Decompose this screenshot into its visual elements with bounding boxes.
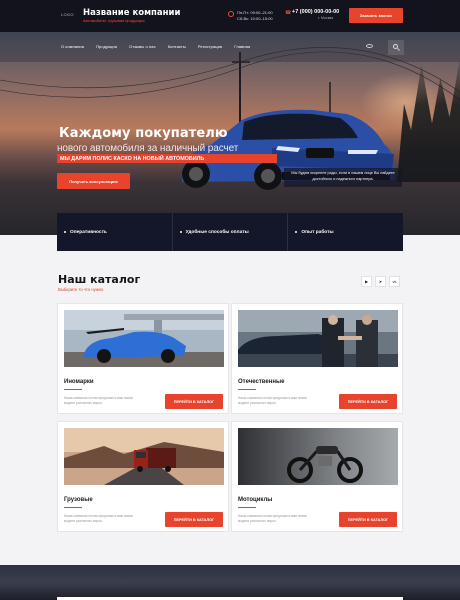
catalog-card-domestic[interactable]: Отечественные Наша компания готова предл… xyxy=(231,303,403,414)
bullet-icon xyxy=(179,231,182,233)
open-catalog-button[interactable]: ПЕРЕЙТИ В КАТАЛОГ xyxy=(165,394,223,409)
social-links: ▶ ➤ vk xyxy=(361,276,400,287)
nav-item-contacts[interactable]: Контакты xyxy=(168,44,186,49)
logo[interactable]: LOGO xyxy=(61,12,74,17)
hours-weekend: Сб-Вс: 10:00–15:00 xyxy=(237,16,273,21)
open-catalog-button[interactable]: ПЕРЕЙТИ В КАТАЛОГ xyxy=(165,512,223,527)
card-description: Наша компания готова предложить вам новы… xyxy=(238,396,308,405)
main-nav: О компании Продукция Отзывы о нас Контак… xyxy=(61,44,262,49)
company-tagline: Автомобили, грузовая продукция xyxy=(83,18,145,23)
feature-item: Удобные способы оплаты xyxy=(173,213,289,251)
features-band: Оперативность Удобные способы оплаты Опы… xyxy=(57,213,403,251)
card-description: Наша компания готова предложить вам новы… xyxy=(238,514,308,523)
hero-subtitle: нового автомобиля за наличный расчет xyxy=(57,143,239,154)
vk-icon[interactable]: vk xyxy=(389,276,400,287)
phone-icon: ☎ xyxy=(285,10,292,16)
accessibility-eye-icon[interactable] xyxy=(366,44,373,48)
card-image xyxy=(64,310,224,367)
hero-note: Мы будем искренне рады, если в нашем лиц… xyxy=(284,168,402,187)
bottom-banner xyxy=(0,565,460,600)
card-description: Наша компания готова предложить вам новы… xyxy=(64,396,134,405)
card-image xyxy=(238,428,398,485)
brand[interactable]: Название компании Автомобили, грузовая п… xyxy=(83,8,180,24)
clock-icon xyxy=(228,11,234,17)
bullet-icon xyxy=(64,231,66,233)
nav-item-reviews[interactable]: Отзывы о нас xyxy=(129,44,156,49)
open-catalog-button[interactable]: ПЕРЕЙТИ В КАТАЛОГ xyxy=(339,394,397,409)
top-bar: LOGO Название компании Автомобили, грузо… xyxy=(0,0,460,32)
catalog-card-trucks[interactable]: Грузовые Наша компания готова предложить… xyxy=(57,421,229,532)
catalog-subtitle: Выберите то что нужно xyxy=(58,287,104,292)
city: г. Москва xyxy=(318,16,334,20)
youtube-icon[interactable]: ▶ xyxy=(361,276,372,287)
catalog-card-foreign[interactable]: Иномарки Наша компания готова предложить… xyxy=(57,303,229,414)
consultation-button[interactable]: Получить консультацию xyxy=(57,173,130,189)
company-name: Название компании xyxy=(83,8,181,18)
telegram-icon[interactable]: ➤ xyxy=(375,276,386,287)
card-title: Отечественные xyxy=(238,379,285,385)
nav-item-about[interactable]: О компании xyxy=(61,44,84,49)
card-description: Наша компания готова предложить вам новы… xyxy=(64,514,134,523)
phone-number[interactable]: +7 (000) 000-00-00 xyxy=(292,9,339,15)
nav-item-products[interactable]: Продукция xyxy=(96,44,117,49)
nav-item-home[interactable]: Главная xyxy=(234,44,250,49)
nav-item-register[interactable]: Регистрация xyxy=(198,44,222,49)
hero-title: Каждому покупателю xyxy=(59,126,228,141)
feature-item: Оперативность xyxy=(57,213,173,251)
catalog-title: Наш каталог xyxy=(58,273,141,286)
card-title: Мотоциклы xyxy=(238,497,273,503)
search-button[interactable] xyxy=(388,40,404,55)
open-catalog-button[interactable]: ПЕРЕЙТИ В КАТАЛОГ xyxy=(339,512,397,527)
hero-section: О компании Продукция Отзывы о нас Контак… xyxy=(0,32,460,235)
bullet-icon xyxy=(295,231,298,233)
feature-item: Опыт работы xyxy=(288,213,403,251)
card-title: Грузовые xyxy=(64,497,93,503)
card-image xyxy=(238,310,398,367)
catalog-card-motorcycles[interactable]: Мотоциклы Наша компания готова предложит… xyxy=(231,421,403,532)
call-request-button[interactable]: Заказать звонок xyxy=(349,8,403,23)
card-title: Иномарки xyxy=(64,379,94,385)
hero-badge: МЫ ДАРИМ ПОЛИС КАСКО НА НОВЫЙ АВТОМОБИЛЬ xyxy=(57,154,277,163)
card-image xyxy=(64,428,224,485)
